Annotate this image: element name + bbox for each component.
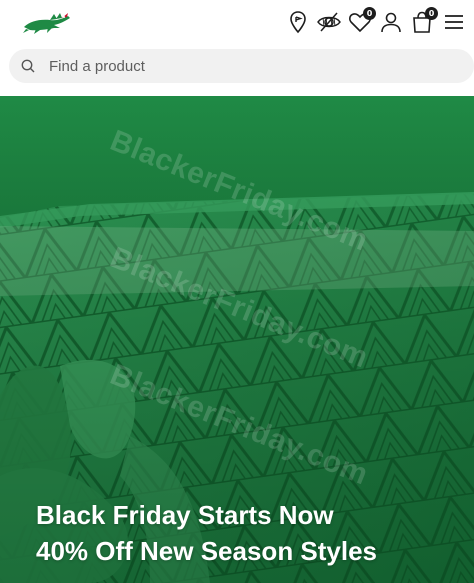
- crocodile-logo[interactable]: [20, 7, 72, 37]
- store-locator-icon[interactable]: [285, 9, 311, 35]
- hero-headline-line1: Black Friday Starts Now: [36, 500, 334, 530]
- accessibility-icon[interactable]: [316, 9, 342, 35]
- site-header: 0 0: [0, 0, 474, 44]
- account-icon[interactable]: [378, 9, 404, 35]
- wishlist-count-badge: 0: [363, 7, 376, 20]
- hero-banner[interactable]: BlackerFriday.com BlackerFriday.com Blac…: [0, 96, 474, 583]
- hero-headline-line2: 40% Off New Season Styles: [36, 536, 378, 566]
- wishlist-icon[interactable]: 0: [347, 7, 376, 35]
- search-input[interactable]: [49, 49, 459, 83]
- search-bar[interactable]: [9, 49, 474, 83]
- cart-count-badge: 0: [425, 7, 438, 20]
- menu-icon[interactable]: [441, 9, 467, 35]
- cart-icon[interactable]: 0: [409, 7, 438, 35]
- search-icon: [20, 58, 36, 74]
